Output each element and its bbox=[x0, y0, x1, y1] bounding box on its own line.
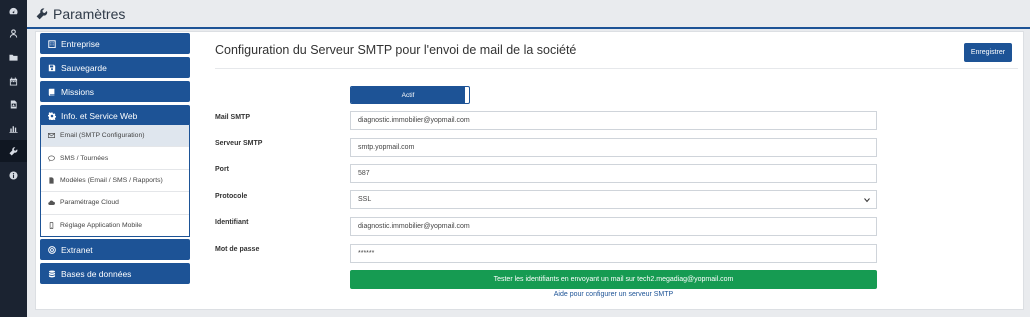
page-title: Paramètres bbox=[36, 6, 125, 22]
page-title-text: Paramètres bbox=[53, 6, 126, 22]
port-input[interactable]: 587 bbox=[350, 164, 877, 183]
submenu-item-parametrage-cloud[interactable]: Paramétrage Cloud bbox=[41, 192, 189, 215]
book-icon bbox=[48, 88, 55, 96]
bar-chart-icon[interactable] bbox=[8, 123, 18, 133]
mobile-phone-icon bbox=[49, 222, 54, 230]
active-toggle[interactable]: Actif bbox=[350, 86, 470, 104]
submenu-item-sms-tournees[interactable]: SMS / Tournées bbox=[41, 147, 189, 170]
menu-bases-de-donnees-label: Bases de données bbox=[61, 268, 132, 279]
life-ring-icon bbox=[48, 245, 56, 254]
info-icon[interactable] bbox=[8, 170, 18, 180]
active-toggle-label: Actif bbox=[351, 87, 465, 103]
serveur-smtp-input[interactable]: smtp.yopmail.com bbox=[350, 138, 877, 157]
menu-bases-de-donnees[interactable]: Bases de données bbox=[40, 263, 190, 284]
speech-bubble-icon bbox=[48, 155, 55, 162]
identifiant-label: Identifiant bbox=[215, 219, 249, 226]
mot-de-passe-input[interactable]: ****** bbox=[350, 244, 877, 263]
dashboard-icon[interactable] bbox=[8, 6, 18, 16]
wrench-icon bbox=[36, 8, 48, 20]
menu-entreprise[interactable]: Entreprise bbox=[40, 33, 190, 54]
protocole-label: Protocole bbox=[215, 193, 248, 200]
serveur-smtp-label: Serveur SMTP bbox=[215, 140, 263, 147]
building-icon bbox=[48, 39, 56, 48]
mail-smtp-label: Mail SMTP bbox=[215, 114, 251, 121]
mot-de-passe-value: ****** bbox=[358, 250, 375, 257]
section-title: Configuration du Serveur SMTP pour l'env… bbox=[215, 43, 577, 57]
calendar-icon[interactable] bbox=[8, 76, 18, 86]
submenu-info-service-web: Email (SMTP Configuration) SMS / Tournée… bbox=[40, 125, 190, 237]
menu-entreprise-label: Entreprise bbox=[61, 38, 100, 49]
left-rail bbox=[0, 0, 27, 317]
cloud-icon bbox=[48, 200, 55, 206]
submenu-item-modeles[interactable]: Modèles (Email / SMS / Rapports) bbox=[41, 170, 189, 193]
menu-sauvegarde-label: Sauvegarde bbox=[61, 62, 107, 73]
menu-info-service-web-label: Info. et Service Web bbox=[61, 110, 138, 121]
port-label: Port bbox=[215, 166, 229, 173]
protocole-value: SSL bbox=[358, 196, 372, 203]
menu-info-service-web[interactable]: Info. et Service Web bbox=[40, 105, 190, 126]
page-header: Paramètres bbox=[27, 0, 1030, 29]
submenu-item-label: Modèles (Email / SMS / Rapports) bbox=[60, 176, 163, 184]
menu-extranet[interactable]: Extranet bbox=[40, 239, 190, 260]
menu-sauvegarde[interactable]: Sauvegarde bbox=[40, 57, 190, 78]
menu-missions[interactable]: Missions bbox=[40, 81, 190, 102]
menu-missions-label: Missions bbox=[61, 86, 95, 97]
identifiant-value: diagnostic.immobilier@yopmail.com bbox=[358, 223, 470, 230]
submenu-item-label: Email (SMTP Configuration) bbox=[60, 132, 145, 140]
test-credentials-button[interactable]: Tester les identifiants en envoyant un m… bbox=[350, 270, 877, 289]
gear-icon bbox=[48, 111, 56, 120]
submenu-item-label: Réglage Application Mobile bbox=[60, 222, 142, 230]
submenu-item-reglage-application-mobile[interactable]: Réglage Application Mobile bbox=[41, 215, 189, 237]
user-icon[interactable] bbox=[8, 28, 18, 38]
save-button[interactable]: Enregistrer bbox=[964, 43, 1012, 62]
port-value: 587 bbox=[358, 170, 370, 177]
submenu-item-email-smtp[interactable]: Email (SMTP Configuration) bbox=[41, 125, 189, 148]
serveur-smtp-value: smtp.yopmail.com bbox=[358, 144, 415, 151]
submenu-item-label: Paramétrage Cloud bbox=[60, 199, 119, 207]
floppy-disk-icon bbox=[48, 64, 56, 71]
identifiant-input[interactable]: diagnostic.immobilier@yopmail.com bbox=[350, 217, 877, 236]
database-icon bbox=[48, 269, 56, 277]
file-icon bbox=[49, 177, 54, 184]
chevron-down-icon bbox=[864, 198, 870, 203]
protocole-select[interactable]: SSL bbox=[350, 190, 877, 209]
menu-extranet-label: Extranet bbox=[61, 244, 93, 255]
mail-smtp-input[interactable]: diagnostic.immobilier@yopmail.com bbox=[350, 111, 877, 130]
envelope-icon bbox=[48, 133, 55, 139]
mot-de-passe-label: Mot de passe bbox=[215, 246, 260, 253]
folder-icon[interactable] bbox=[8, 52, 18, 62]
smtp-help-link[interactable]: Aide pour configurer un serveur SMTP bbox=[350, 291, 877, 298]
submenu-item-label: SMS / Tournées bbox=[60, 154, 109, 162]
mail-smtp-value: diagnostic.immobilier@yopmail.com bbox=[358, 117, 470, 124]
section-divider bbox=[215, 68, 1018, 69]
pdf-file-icon[interactable] bbox=[8, 99, 18, 109]
wrench-icon[interactable] bbox=[8, 146, 18, 156]
